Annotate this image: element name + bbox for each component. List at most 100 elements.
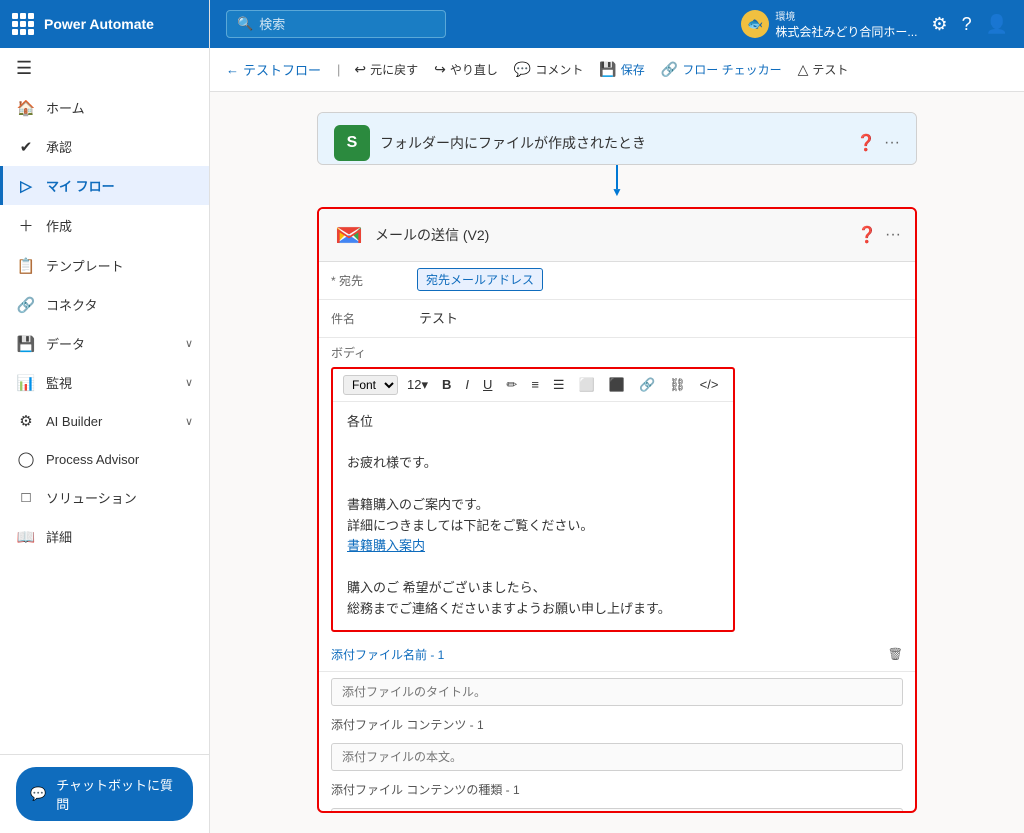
body-line-6: 詳細につきましては下記をご覧ください。	[347, 516, 719, 537]
highlight-button[interactable]: ✏	[501, 375, 522, 395]
link-button[interactable]: 🔗	[634, 375, 660, 395]
trigger-block-header[interactable]: S フォルダー内にファイルが作成されたとき ❓ ···	[318, 113, 916, 165]
undo-icon: ↩	[354, 61, 366, 78]
to-label-text: * 宛先	[331, 274, 363, 288]
email-block-actions: ❓ ···	[857, 225, 901, 245]
italic-button[interactable]: I	[460, 375, 474, 394]
sidebar-item-aibuilder[interactable]: ⚙ AI Builder ∨	[0, 402, 209, 440]
email-more-icon[interactable]: ···	[885, 226, 901, 244]
sidebar-item-approval[interactable]: ✔ 承認	[0, 127, 209, 166]
help-icon[interactable]: ?	[962, 14, 972, 35]
numbered-list-button[interactable]: ☰	[548, 375, 570, 395]
align-left-button[interactable]: ⬜	[574, 375, 600, 395]
flow-toolbar: ← テストフロー | ↩ 元に戻す ↪ やり直し 💬 コメント 💾 保存 🔗	[210, 48, 1024, 92]
attachment-content-type-label: 添付ファイル コンテンツの種類 - 1	[319, 777, 915, 802]
unlink-button[interactable]: ⛓	[664, 375, 691, 395]
sidebar-item-solutions-label: ソリューション	[46, 488, 137, 507]
to-label: * 宛先	[319, 262, 409, 299]
rte-content[interactable]: 各位 お疲れ様です。 書籍購入のご案内です。 詳細につきましては下記をご覧くださ…	[333, 402, 733, 630]
sidebar-item-create[interactable]: ＋ 作成	[0, 205, 209, 246]
attachment-content-label: 添付ファイル コンテンツ - 1	[319, 712, 915, 737]
flow-checker-icon: 🔗	[661, 61, 678, 78]
env-company: 株式会社みどり合同ホー...	[775, 23, 917, 40]
myflow-icon: ▷	[16, 177, 36, 195]
subject-label-text: 件名	[331, 312, 355, 326]
sidebar-item-monitor[interactable]: 📊 監視 ∨	[0, 363, 209, 402]
env-badge: 🐟 環境 株式会社みどり合同ホー...	[741, 8, 917, 40]
email-help-icon[interactable]: ❓	[857, 225, 877, 245]
subject-label: 件名	[319, 300, 409, 337]
trigger-help-icon[interactable]: ❓	[856, 133, 876, 153]
flow-checker-button[interactable]: 🔗 フロー チェッカー	[655, 57, 788, 82]
body-line-4	[347, 474, 719, 495]
search-input[interactable]	[259, 17, 419, 32]
body-label: ボディ	[331, 344, 366, 361]
env-icon: 🐟	[741, 10, 769, 38]
attachment-title-input[interactable]	[331, 678, 903, 706]
subject-field-row: 件名 テスト	[319, 300, 915, 338]
attachment-content-type-input[interactable]	[331, 808, 903, 813]
sidebar-item-processadvisor[interactable]: ◯ Process Advisor	[0, 440, 209, 478]
to-input[interactable]	[547, 268, 907, 283]
trigger-block-actions: ❓ ···	[856, 133, 900, 153]
email-block-header[interactable]: メールの送信 (V2) ❓ ···	[319, 209, 915, 262]
env-label: 環境	[775, 8, 917, 23]
sidebar-item-template[interactable]: 📋 テンプレート	[0, 246, 209, 285]
align-right-button[interactable]: ⬛	[604, 375, 630, 395]
sidebar-item-monitor-label: 監視	[46, 373, 72, 392]
attachment-delete-icon[interactable]: 🗑	[888, 647, 903, 661]
bold-button[interactable]: B	[437, 375, 456, 394]
flow-canvas: S フォルダー内にファイルが作成されたとき ❓ ···	[210, 92, 1024, 833]
font-select[interactable]: Font	[343, 375, 398, 395]
underline-button[interactable]: U	[478, 375, 497, 394]
sidebar-item-create-label: 作成	[46, 216, 72, 235]
sidebar-item-myflow[interactable]: ▷ マイ フロー	[0, 166, 209, 205]
flow-checker-label: フロー チェッカー	[682, 61, 781, 78]
sidebar-toggle-button[interactable]: ☰	[0, 48, 209, 88]
attachment-name-label: 添付ファイル名前 - 1	[331, 646, 444, 663]
account-icon[interactable]: 👤	[986, 14, 1008, 35]
rte-container: Font 12▾ B I U ✏ ≡ ☰	[331, 367, 735, 632]
email-action-title: メールの送信 (V2)	[375, 225, 847, 245]
attachment-content-input[interactable]	[331, 743, 903, 771]
processadvisor-icon: ◯	[16, 450, 36, 468]
sidebar-item-home[interactable]: 🏠 ホーム	[0, 88, 209, 127]
sidebar-item-detail[interactable]: 📖 詳細	[0, 517, 209, 556]
save-button[interactable]: 💾 保存	[593, 57, 650, 82]
aibuilder-expand-icon: ∨	[185, 415, 193, 428]
settings-icon[interactable]: ⚙	[931, 14, 947, 35]
sidebar-item-connector[interactable]: 🔗 コネクタ	[0, 285, 209, 324]
body-link[interactable]: 書籍購入案内	[347, 538, 425, 553]
topbar-right: 🐟 環境 株式会社みどり合同ホー... ⚙ ? 👤	[741, 8, 1008, 40]
gmail-icon	[333, 219, 365, 251]
body-link-line: 書籍購入案内	[347, 536, 719, 557]
apps-icon[interactable]	[12, 13, 34, 35]
body-line-9: 総務までご連絡くださいますようお願い申し上げます。	[347, 599, 719, 620]
undo-button[interactable]: ↩ 元に戻す	[348, 57, 424, 82]
sidebar-item-approval-label: 承認	[46, 137, 72, 156]
comment-button[interactable]: 💬 コメント	[508, 57, 589, 82]
main-area: 🔍 🐟 環境 株式会社みどり合同ホー... ⚙ ? 👤 ← テストフロー |	[210, 0, 1024, 833]
chatbot-button[interactable]: 💬 チャットボットに質問	[16, 767, 193, 821]
test-icon: △	[798, 61, 809, 78]
search-box[interactable]: 🔍	[226, 10, 446, 38]
font-size-dropdown[interactable]: 12▾	[402, 375, 433, 395]
sidebar-nav: 🏠 ホーム ✔ 承認 ▷ マイ フロー ＋ 作成 📋 テンプレート 🔗 コネクタ	[0, 88, 209, 754]
code-button[interactable]: </>	[695, 375, 724, 394]
to-field[interactable]: 宛先メールアドレス	[409, 262, 915, 297]
to-field-row: * 宛先 宛先メールアドレス	[319, 262, 915, 300]
bullet-list-button[interactable]: ≡	[526, 375, 544, 394]
test-button[interactable]: △ テスト	[792, 57, 855, 82]
trigger-more-icon[interactable]: ···	[884, 134, 900, 152]
save-label: 保存	[621, 61, 645, 78]
save-icon: 💾	[599, 61, 616, 78]
recipient-tag[interactable]: 宛先メールアドレス	[417, 268, 543, 291]
detail-icon: 📖	[16, 528, 36, 546]
sidebar-item-solutions[interactable]: □ ソリューション	[0, 478, 209, 517]
redo-button[interactable]: ↪ やり直し	[428, 57, 504, 82]
back-button[interactable]: ← テストフロー	[226, 60, 321, 79]
subject-field[interactable]: テスト	[409, 300, 915, 335]
attachment-name-header[interactable]: 添付ファイル名前 - 1 🗑	[319, 638, 915, 672]
approval-icon: ✔	[16, 138, 36, 156]
sidebar-item-data[interactable]: 💾 データ ∨	[0, 324, 209, 363]
